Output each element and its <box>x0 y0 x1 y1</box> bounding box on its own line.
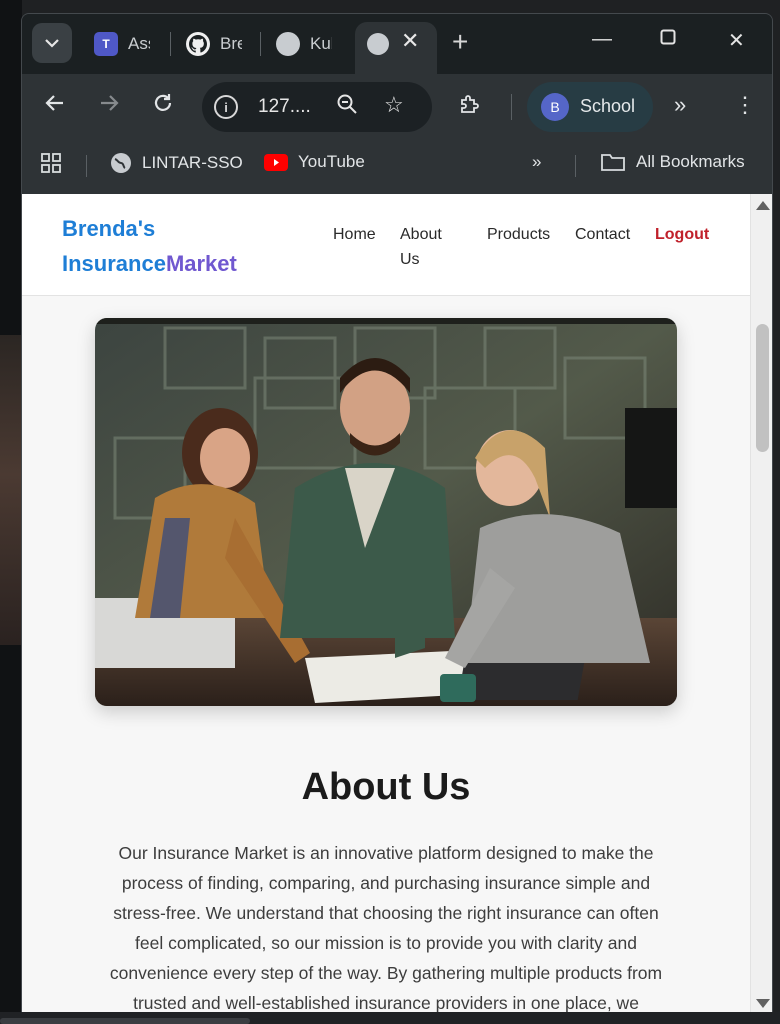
close-tab-icon[interactable]: ✕ <box>401 28 419 54</box>
maximize-icon <box>660 29 676 45</box>
youtube-icon <box>264 153 288 171</box>
bookmark-youtube[interactable]: YouTube <box>264 152 365 172</box>
site-header: Brenda's InsuranceMarket Home About Us P… <box>22 194 750 296</box>
url-text[interactable]: 127.... <box>258 96 311 118</box>
scroll-up-icon[interactable] <box>756 201 770 210</box>
nav-logout[interactable]: Logout <box>655 222 709 247</box>
close-window-button[interactable]: ✕ <box>728 28 745 53</box>
new-tab-button[interactable]: + <box>452 26 468 58</box>
info-icon[interactable]: i <box>214 95 238 119</box>
profile-name: School <box>580 96 636 116</box>
page-viewport: Brenda's InsuranceMarket Home About Us P… <box>22 194 772 1013</box>
tab-2-title: Brenda <box>220 34 242 53</box>
bookmarks-bar: LINTAR-SSO YouTube » All Bookmarks <box>22 140 772 194</box>
desktop-background <box>0 0 22 1024</box>
tab-search-button[interactable] <box>32 23 72 63</box>
globe-icon <box>276 32 300 56</box>
folder-icon <box>600 152 626 172</box>
about-text: Our Insurance Market is an innovative pl… <box>109 843 663 1013</box>
address-bar[interactable]: i 127.... ☆ <box>202 82 432 132</box>
toolbar: i 127.... ☆ B School » ⋮ <box>22 74 772 140</box>
more-bookmarks-button[interactable]: » <box>532 152 541 172</box>
about-title: About Us <box>301 766 471 808</box>
all-bookmarks-label: All Bookmarks <box>636 152 745 171</box>
tab-1[interactable]: T Assignment <box>94 22 150 66</box>
forward-button[interactable] <box>98 92 120 120</box>
reload-icon <box>154 94 172 111</box>
nav-contact[interactable]: Contact <box>575 222 630 247</box>
profile-button[interactable]: B School <box>527 82 653 132</box>
tab-strip: T Assignment Brenda Kubernetes ✕ + — ✕ <box>22 14 772 74</box>
puzzle-icon <box>461 95 479 113</box>
reload-button[interactable] <box>152 92 174 120</box>
hero-image <box>95 318 677 706</box>
nav-home[interactable]: Home <box>333 222 376 247</box>
bookmark-star-icon[interactable]: ☆ <box>384 92 404 118</box>
brand-part-b: Market <box>165 251 237 276</box>
avatar: B <box>541 93 569 121</box>
chevron-down-icon <box>45 38 59 48</box>
tab-3-title: Kubernetes <box>310 34 332 53</box>
brand-part-a: Insurance <box>62 251 166 276</box>
zoom-icon[interactable] <box>336 93 358 121</box>
tab-1-title: Assignment <box>128 34 150 53</box>
arrow-right-icon <box>101 95 119 111</box>
tab-2[interactable]: Brenda <box>186 22 242 66</box>
extensions-button[interactable] <box>458 92 482 122</box>
page-scrollbar[interactable] <box>750 194 772 1012</box>
all-bookmarks-button[interactable]: All Bookmarks <box>600 152 745 172</box>
nav-products[interactable]: Products <box>487 222 550 247</box>
site-logo[interactable]: Brenda's InsuranceMarket <box>62 211 237 281</box>
scroll-down-icon[interactable] <box>756 999 770 1008</box>
bookmark-lintar-sso[interactable]: LINTAR-SSO <box>110 152 243 174</box>
arrow-left-icon <box>45 95 63 111</box>
bookmark-label: LINTAR-SSO <box>142 153 243 172</box>
scroll-thumb[interactable] <box>756 324 769 452</box>
apps-grid-icon <box>41 153 61 173</box>
globe-icon <box>367 33 389 55</box>
taskbar <box>0 1012 780 1024</box>
browser-window: T Assignment Brenda Kubernetes ✕ + — ✕ <box>21 13 773 1013</box>
nav-about-us[interactable]: About Us <box>400 222 452 272</box>
apps-button[interactable] <box>40 152 62 174</box>
maximize-button[interactable] <box>660 28 676 51</box>
tab-active[interactable]: ✕ <box>355 22 437 74</box>
brand-line-1: Brenda's <box>62 216 156 241</box>
back-button[interactable] <box>44 92 66 120</box>
github-icon <box>186 32 210 56</box>
teams-icon: T <box>94 32 118 56</box>
menu-button[interactable]: ⋮ <box>734 92 756 118</box>
bookmark-label: YouTube <box>298 152 365 171</box>
more-tools-button[interactable]: » <box>674 92 686 118</box>
tab-3[interactable]: Kubernetes <box>276 22 332 66</box>
minimize-button[interactable]: — <box>592 28 612 51</box>
globe-icon <box>110 152 132 174</box>
